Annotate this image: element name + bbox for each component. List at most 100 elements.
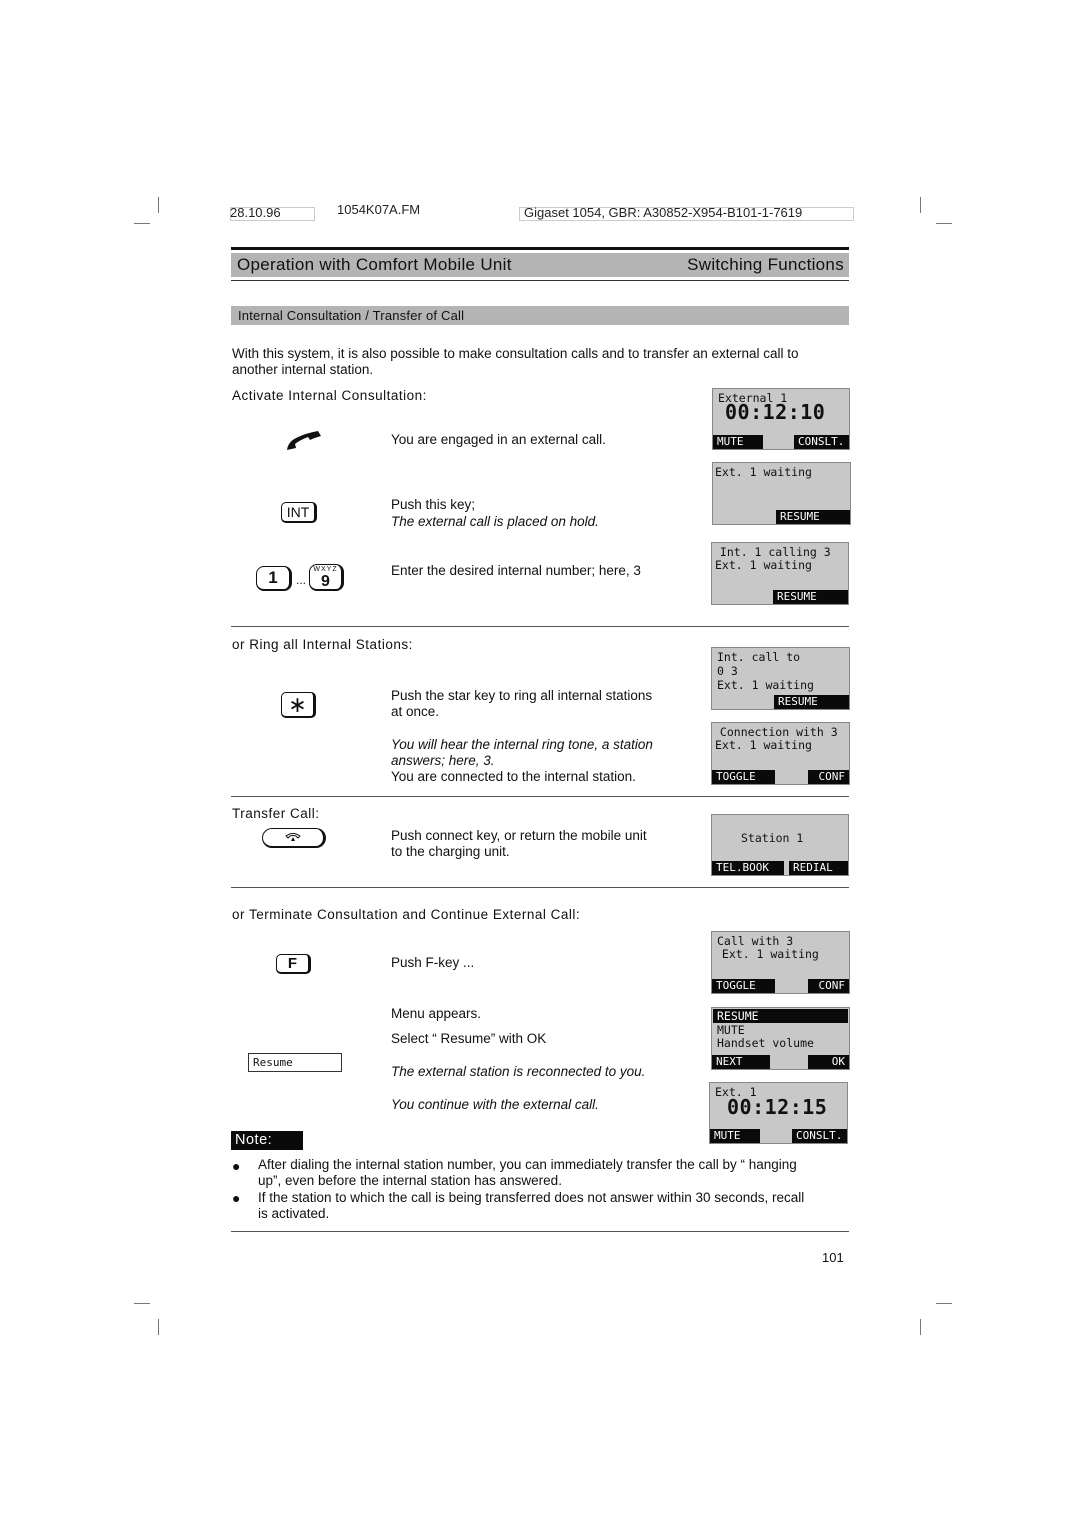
display-connection: Connection with 3 Ext. 1 waiting TOGGLE … (711, 722, 850, 785)
softkey-resume[interactable]: RESUME (776, 510, 850, 524)
display-menu: RESUME MUTE Handset volume NEXT OK (711, 1007, 850, 1070)
call-timer: 00:12:10 (725, 400, 826, 424)
intro-line-2: another internal station. (232, 362, 374, 377)
star-key-label: ∗ (288, 691, 307, 717)
activate-heading: Activate Internal Consultation: (232, 388, 427, 403)
transfer-heading: Transfer Call: (232, 806, 320, 821)
crop-mark (158, 1319, 159, 1335)
display-ext-waiting: Ext. 1 waiting RESUME (712, 462, 851, 525)
display-station: Station 1 TEL.BOOK REDIAL (711, 814, 849, 876)
note-label: Note: (231, 1131, 303, 1150)
ring-all-italic-1: You will hear the internal ring tone, a … (391, 737, 653, 752)
note-item-1-line-1: After dialing the internal station numbe… (258, 1157, 797, 1172)
header-file: 1054K07A.FM (337, 202, 421, 217)
softkey-consult[interactable]: CONSLT. (792, 1129, 847, 1143)
header-date: 28.10.96 (230, 205, 281, 220)
softkey-conf[interactable]: CONF (808, 770, 849, 784)
softkey-toggle[interactable]: TOGGLE (712, 770, 775, 784)
display-line: Ext. 1 waiting (717, 678, 814, 692)
ring-all-connected: You are connected to the internal statio… (391, 769, 636, 784)
int-key[interactable]: INT (281, 502, 317, 523)
softkey-toggle[interactable]: TOGGLE (712, 979, 775, 993)
note-item-2-line-1: If the station to which the call is bein… (258, 1190, 805, 1205)
page-number: 101 (822, 1250, 844, 1265)
step-hold-note: The external call is placed on hold. (391, 514, 599, 529)
continue-text: You continue with the external call. (391, 1097, 599, 1112)
ring-all-text-1: Push the star key to ring all internal s… (391, 688, 653, 703)
title-top-rule (231, 247, 849, 250)
f-key[interactable]: F (276, 954, 311, 974)
resume-menu-item[interactable]: Resume (248, 1053, 342, 1072)
footer-rule (231, 1231, 849, 1232)
note-item-2-line-2: is activated. (258, 1206, 330, 1221)
display-line: Station 1 (741, 831, 804, 845)
crop-mark (134, 1303, 150, 1304)
note-item-1-line-2: up”, even before the internal station ha… (258, 1173, 562, 1188)
push-f-key-text: Push F-key ... (391, 955, 475, 970)
display-line: Ext. 1 waiting (715, 558, 812, 572)
bullet-icon: ● (232, 1190, 241, 1206)
divider (231, 796, 849, 797)
section-heading: Internal Consultation / Transfer of Call (238, 308, 465, 323)
digit-9-label: 9 (321, 572, 330, 590)
digit-range-ellipsis: ... (296, 573, 307, 587)
ring-all-italic-2: answers; here, 3. (391, 753, 495, 768)
connect-icon (285, 829, 301, 847)
section-title: Switching Functions (687, 255, 844, 274)
select-resume-text: Select “ Resume” with OK (391, 1031, 547, 1046)
chapter-title-band: Operation with Comfort Mobile Unit Switc… (231, 253, 849, 277)
handset-icon (284, 428, 324, 459)
call-timer: 00:12:15 (727, 1095, 828, 1119)
menu-option-volume[interactable]: Handset volume (717, 1037, 814, 1050)
resume-menu-label: Resume (253, 1056, 293, 1069)
digit-1-label: 1 (268, 568, 278, 587)
crop-mark (158, 197, 159, 213)
bullet-icon: ● (232, 1158, 241, 1174)
display-line: Ext. 1 waiting (715, 738, 812, 752)
digit-9-key[interactable]: WXYZ 9 (309, 564, 344, 591)
step-enter-number: Enter the desired internal number; here,… (391, 563, 641, 578)
int-key-label: INT (286, 504, 310, 520)
ring-all-heading: or Ring all Internal Stations: (232, 637, 413, 652)
menu-appears-text: Menu appears. (391, 1006, 482, 1021)
crop-mark (936, 223, 952, 224)
crop-mark (920, 197, 921, 213)
display-resumed-call: Ext. 1 00:12:15 MUTE CONSLT. (709, 1082, 848, 1144)
display-line: Int. call to (717, 650, 801, 664)
step-external-call: You are engaged in an external call. (391, 432, 606, 447)
title-bottom-rule (231, 280, 849, 281)
softkey-resume[interactable]: RESUME (773, 590, 848, 604)
star-key[interactable]: ∗ (281, 692, 316, 718)
display-int-call-to: Int. call to 0 3 Ext. 1 waiting RESUME (711, 647, 850, 710)
softkey-telbook[interactable]: TEL.BOOK (712, 861, 784, 875)
digit-1-key[interactable]: 1 (256, 566, 292, 591)
reconnected-text: The external station is reconnected to y… (391, 1064, 646, 1079)
display-call-with: Call with 3 Ext. 1 waiting TOGGLE CONF (711, 931, 850, 994)
softkey-mute[interactable]: MUTE (713, 435, 763, 449)
softkey-resume[interactable]: RESUME (774, 695, 849, 709)
divider (231, 887, 849, 888)
connect-key[interactable] (262, 828, 326, 848)
ring-all-text-2: at once. (391, 704, 440, 719)
chapter-title: Operation with Comfort Mobile Unit (237, 255, 512, 274)
crop-mark (920, 1319, 921, 1335)
softkey-conf[interactable]: CONF (808, 979, 849, 993)
section-heading-band: Internal Consultation / Transfer of Call (231, 306, 849, 325)
menu-option-resume[interactable]: RESUME (717, 1010, 759, 1023)
softkey-mute[interactable]: MUTE (710, 1129, 760, 1143)
softkey-ok[interactable]: OK (808, 1055, 849, 1069)
header-doc-id: Gigaset 1054, GBR: A30852-X954-B101-1-76… (524, 205, 803, 220)
softkey-consult[interactable]: CONSLT. (794, 435, 849, 449)
display-external-call: External 1 00:12:10 MUTE CONSLT. (712, 388, 850, 450)
display-int-calling: Int. 1 calling 3 Ext. 1 waiting RESUME (711, 542, 849, 605)
intro-line-1: With this system, it is also possible to… (232, 346, 799, 361)
softkey-next[interactable]: NEXT (712, 1055, 770, 1069)
display-line: 0 3 (717, 664, 738, 678)
transfer-text-1: Push connect key, or return the mobile u… (391, 828, 647, 843)
crop-mark (936, 1303, 952, 1304)
f-key-label: F (287, 955, 298, 972)
softkey-redial[interactable]: REDIAL (789, 861, 848, 875)
divider (231, 626, 849, 627)
display-line: Ext. 1 waiting (715, 465, 812, 479)
transfer-text-2: to the charging unit. (391, 844, 510, 859)
